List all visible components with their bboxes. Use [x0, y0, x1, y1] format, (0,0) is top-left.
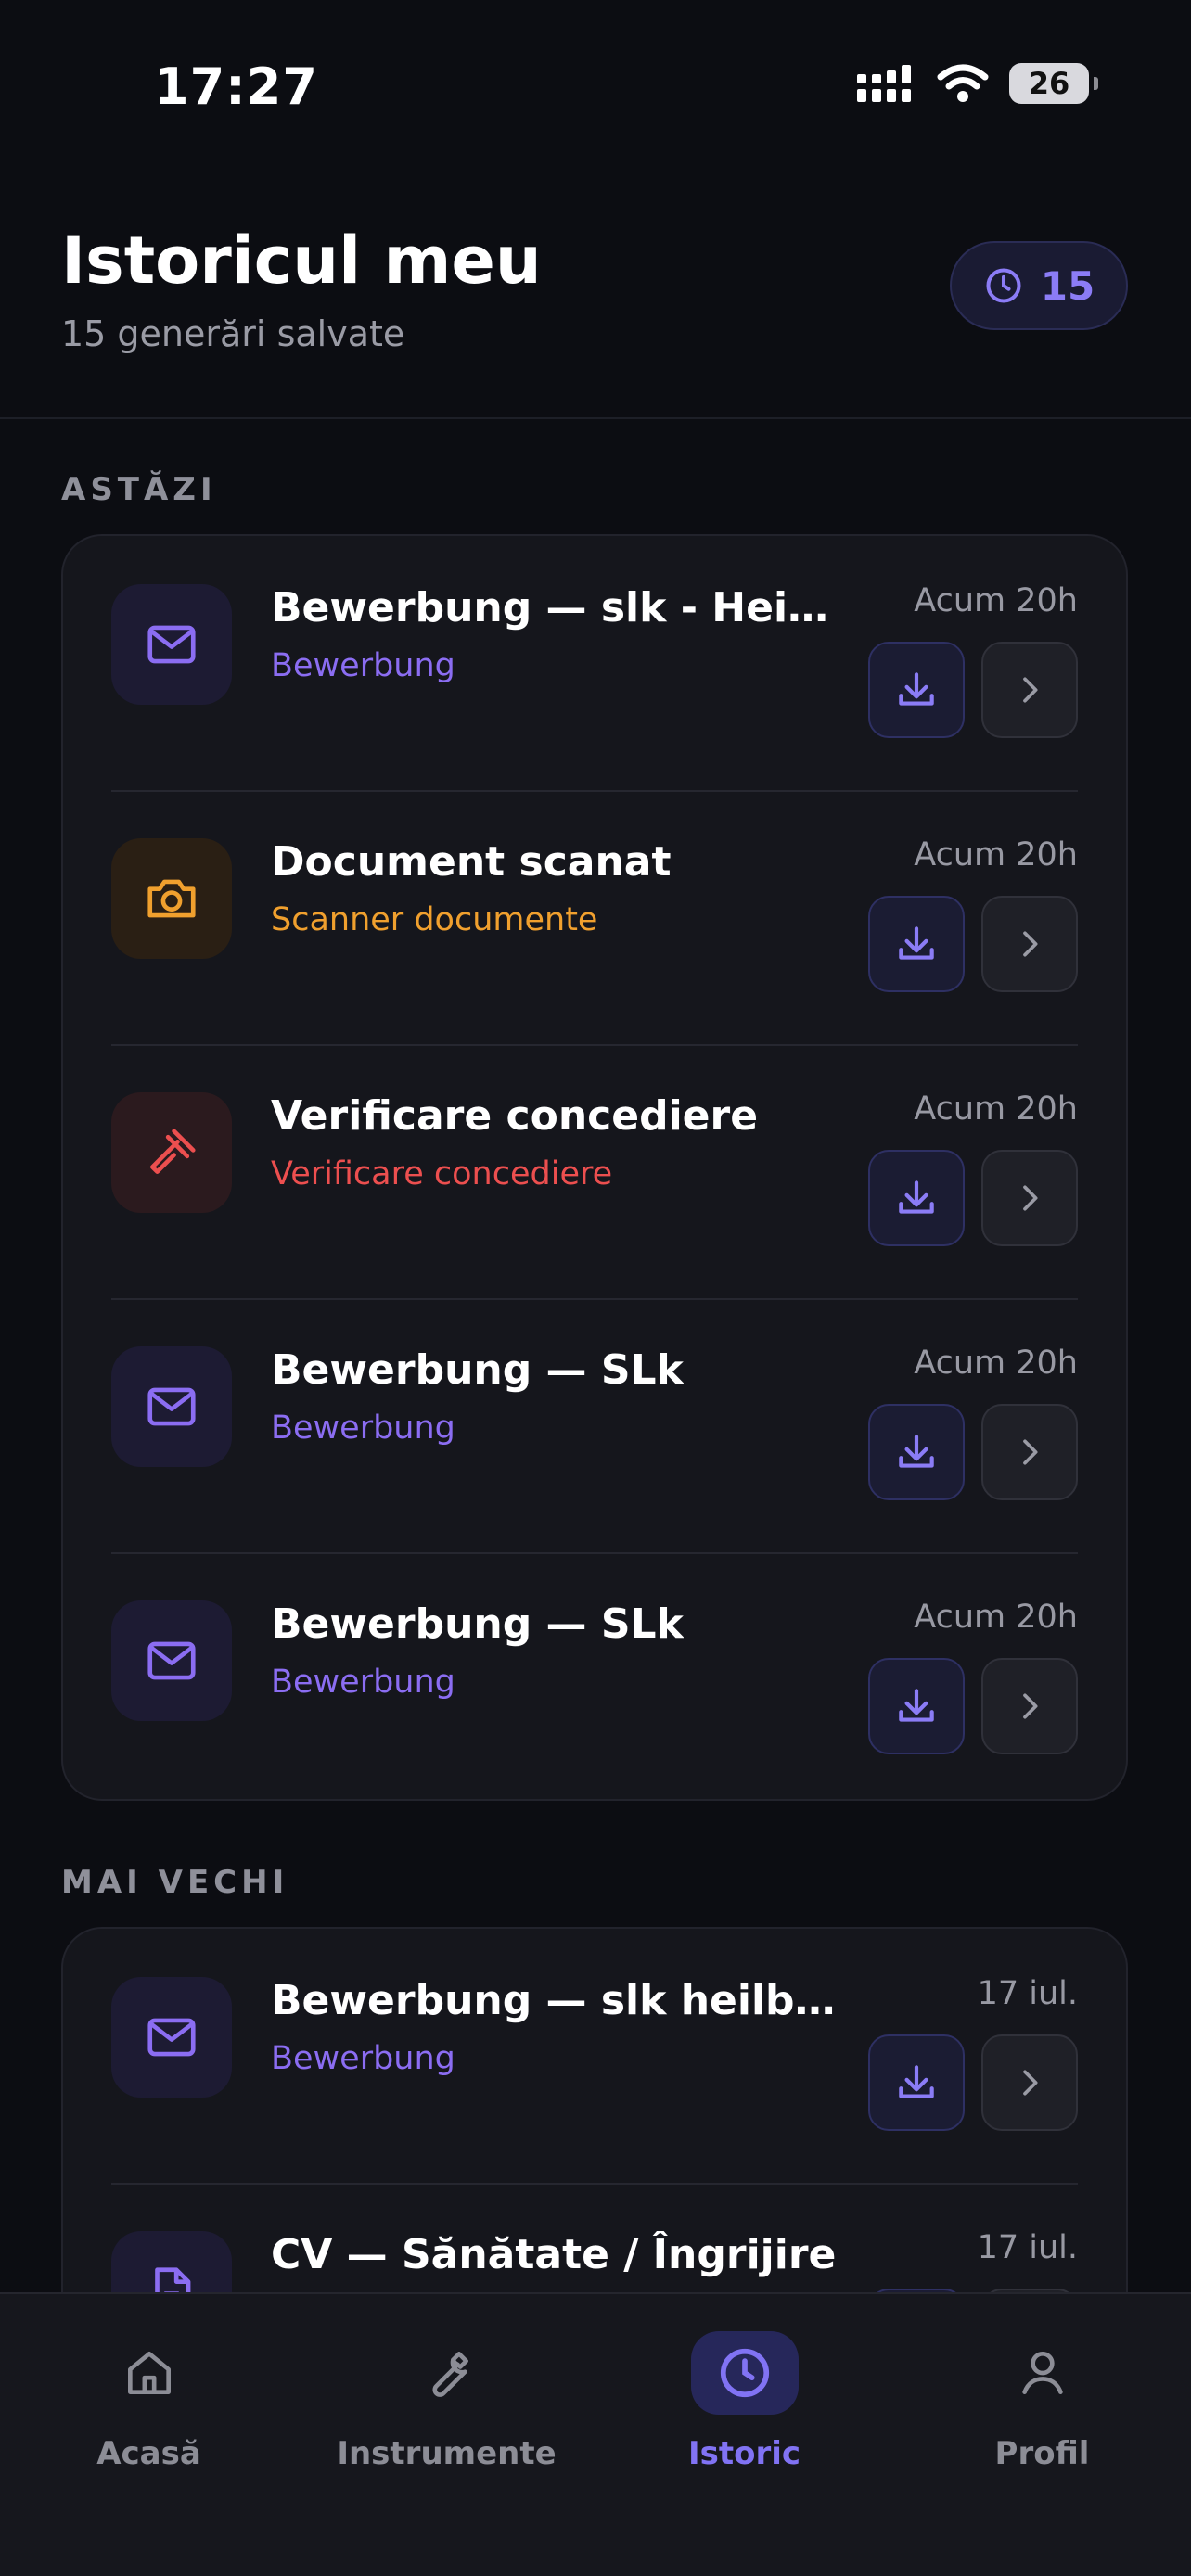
open-button[interactable] — [981, 896, 1078, 992]
list-item[interactable]: Bewerbung — SLk Bewerbung Acum 20h — [63, 1298, 1126, 1552]
item-title: Bewerbung — slk - Heilbr... — [271, 584, 837, 631]
list-item[interactable]: Bewerbung — SLk Bewerbung Acum 20h — [63, 1552, 1126, 1799]
chevron-right-icon — [1023, 931, 1038, 957]
item-time: 17 iul. — [977, 1975, 1078, 2012]
item-icon-tile — [111, 1977, 232, 2098]
item-title: CV — Sănătate / Îngrijire — [271, 2231, 837, 2278]
mail-icon — [147, 2018, 196, 2057]
item-time: Acum 20h — [914, 1599, 1078, 1636]
clock-icon — [986, 268, 1021, 303]
item-title: Bewerbung — SLk — [271, 1600, 684, 1648]
download-button[interactable] — [868, 1150, 965, 1246]
page-title: Istoricul meu — [61, 223, 542, 299]
status-bar: 17:27 26 — [0, 0, 1191, 176]
open-button[interactable] — [981, 1658, 1078, 1754]
list-item[interactable]: Bewerbung — slk - Heilbr... Bewerbung Ac… — [63, 536, 1126, 790]
tab-label: Instrumente — [337, 2435, 557, 2472]
download-button[interactable] — [868, 642, 965, 738]
status-time: 17:27 — [154, 57, 318, 116]
download-button[interactable] — [868, 1658, 965, 1754]
user-icon — [1021, 2352, 1063, 2394]
tab-icon-wrap — [96, 2331, 203, 2415]
page-subtitle: 15 generări salvate — [61, 313, 405, 354]
item-icon-tile — [111, 584, 232, 705]
tab-label: Acasă — [96, 2435, 201, 2472]
download-icon — [899, 2065, 934, 2098]
item-category: Bewerbung — [271, 1409, 455, 1447]
list-item[interactable]: Bewerbung — slk heilbronn Bewerbung 17 i… — [63, 1929, 1126, 2183]
item-time: Acum 20h — [914, 1090, 1078, 1128]
tab-history[interactable]: Istoric — [596, 2331, 893, 2472]
chevron-right-icon — [1023, 1185, 1038, 1211]
item-time: Acum 20h — [914, 1345, 1078, 1382]
item-icon-tile — [111, 838, 232, 959]
item-title: Document scanat — [271, 838, 672, 886]
chevron-right-icon — [1023, 1693, 1038, 1719]
item-category: Bewerbung — [271, 647, 455, 684]
gavel-icon — [150, 1129, 196, 1174]
download-icon — [899, 1435, 934, 1468]
download-icon — [899, 1180, 934, 1214]
download-icon — [899, 926, 934, 960]
battery-indicator: 26 — [1009, 63, 1098, 104]
download-button[interactable] — [868, 2034, 965, 2131]
camera-icon — [147, 879, 196, 918]
tab-home[interactable]: Acasă — [0, 2331, 298, 2472]
open-button[interactable] — [981, 1404, 1078, 1500]
item-time: 17 iul. — [977, 2229, 1078, 2266]
download-button[interactable] — [868, 896, 965, 992]
mail-icon — [147, 625, 196, 664]
item-category: Scanner documente — [271, 901, 598, 938]
item-icon-tile — [111, 1092, 232, 1213]
history-count-badge[interactable]: 15 — [950, 241, 1128, 330]
download-icon — [899, 672, 934, 706]
chevron-right-icon — [1023, 2070, 1038, 2096]
open-button[interactable] — [981, 642, 1078, 738]
tab-icon-wrap — [690, 2331, 799, 2415]
item-time: Acum 20h — [914, 582, 1078, 619]
item-icon-tile — [111, 1346, 232, 1467]
section-label-today: ASTĂZI — [61, 471, 217, 508]
download-button[interactable] — [868, 1404, 965, 1500]
list-item[interactable]: Verificare concediere Verificare concedi… — [63, 1044, 1126, 1298]
wifi-icon — [937, 64, 989, 102]
bottom-tab-bar: Acasă Instrumente Istoric Profil — [0, 2292, 1191, 2576]
open-button[interactable] — [981, 2034, 1078, 2131]
clock-icon — [720, 2348, 769, 2398]
tab-icon-wrap — [989, 2331, 1096, 2415]
section-label-older: MAI VECHI — [61, 1864, 289, 1901]
open-button[interactable] — [981, 1150, 1078, 1246]
history-count-value: 15 — [1040, 262, 1095, 309]
home-icon — [127, 2352, 171, 2394]
tab-label: Profil — [994, 2435, 1090, 2472]
item-icon-tile — [111, 1600, 232, 1721]
item-title: Bewerbung — slk heilbronn — [271, 1977, 837, 2024]
tab-label: Istoric — [687, 2435, 801, 2472]
tab-icon-wrap — [393, 2331, 501, 2415]
chevron-right-icon — [1023, 1439, 1038, 1465]
download-icon — [899, 1689, 934, 1722]
item-category: Bewerbung — [271, 2040, 455, 2077]
page-header: Istoricul meu 15 generări salvate 15 — [0, 176, 1191, 419]
mail-icon — [147, 1641, 196, 1680]
tab-tools[interactable]: Instrumente — [298, 2331, 596, 2472]
item-category: Bewerbung — [271, 1664, 455, 1701]
item-title: Bewerbung — SLk — [271, 1346, 684, 1394]
today-list: Bewerbung — slk - Heilbr... Bewerbung Ac… — [61, 534, 1128, 1801]
tab-profile[interactable]: Profil — [893, 2331, 1191, 2472]
list-item[interactable]: Document scanat Scanner documente Acum 2… — [63, 790, 1126, 1044]
mail-icon — [147, 1387, 196, 1426]
wrench-icon — [431, 2352, 468, 2397]
item-time: Acum 20h — [914, 836, 1078, 874]
status-icons: 26 — [857, 63, 1098, 104]
item-title: Verificare concediere — [271, 1092, 759, 1140]
signal-icon — [857, 65, 911, 102]
item-category: Verificare concediere — [271, 1155, 613, 1192]
chevron-right-icon — [1023, 677, 1038, 703]
